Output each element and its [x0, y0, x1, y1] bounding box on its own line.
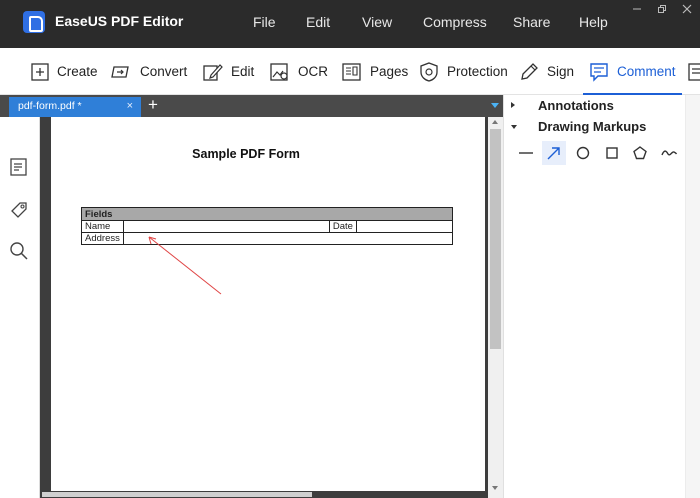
panel-scrollbar[interactable] — [685, 95, 700, 498]
scroll-up-icon[interactable] — [492, 120, 498, 124]
table-row: Fields — [81, 207, 453, 221]
cloud-tool[interactable] — [657, 141, 681, 165]
menu-edit[interactable]: Edit — [306, 14, 330, 30]
annotations-section[interactable]: Annotations — [511, 98, 614, 113]
tab-label: pdf-form.pdf * — [18, 100, 82, 112]
drawing-markups-label: Drawing Markups — [538, 119, 647, 134]
date-label: Date — [328, 220, 357, 233]
form-icon — [688, 62, 700, 81]
collapse-caret-icon — [511, 102, 515, 108]
tab-pdf-form[interactable]: pdf-form.pdf * × — [9, 97, 141, 117]
ocr-label: OCR — [298, 64, 328, 79]
main-toolbar: Create Convert Edit OCR Pages Protection… — [0, 48, 700, 95]
left-sidebar — [0, 117, 40, 498]
line-tool[interactable] — [514, 141, 538, 165]
comment-button[interactable]: Comment — [583, 48, 682, 95]
convert-icon — [111, 65, 129, 78]
document-tab-bar: pdf-form.pdf * × + — [0, 95, 503, 117]
horizontal-scrollbar[interactable] — [40, 491, 488, 498]
annotations-label: Annotations — [538, 98, 614, 113]
fields-header: Fields — [81, 207, 453, 221]
document-viewer: Sample PDF Form Fields Name Date Address — [40, 117, 503, 498]
name-label: Name — [81, 220, 124, 233]
table-row: Name Date — [81, 220, 454, 233]
address-label: Address — [81, 232, 124, 245]
table-row: Address — [81, 232, 454, 245]
date-field[interactable] — [355, 220, 454, 233]
create-button[interactable]: Create — [31, 48, 98, 95]
menu-compress[interactable]: Compress — [423, 14, 487, 30]
comment-icon — [590, 62, 608, 82]
minimize-icon[interactable] — [632, 4, 642, 17]
bookmark-tag-icon[interactable] — [9, 200, 29, 223]
convert-button[interactable]: Convert — [110, 48, 187, 95]
shield-icon — [420, 61, 438, 82]
vertical-scrollbar[interactable] — [488, 117, 503, 498]
menu-view[interactable]: View — [362, 14, 392, 30]
pen-icon — [521, 62, 538, 80]
arrow-annotation[interactable] — [141, 229, 231, 299]
menu-share[interactable]: Share — [513, 14, 550, 30]
tab-close-icon[interactable]: × — [127, 100, 133, 112]
tab-dropdown-icon[interactable] — [491, 103, 499, 108]
vertical-scroll-thumb[interactable] — [490, 129, 501, 349]
comment-label: Comment — [617, 64, 676, 79]
app-logo-icon — [23, 11, 45, 33]
edit-label: Edit — [231, 64, 255, 79]
pages-button[interactable]: Pages — [342, 48, 408, 95]
comment-panel: Annotations Drawing Markups — [503, 95, 700, 498]
close-window-icon[interactable] — [682, 4, 692, 17]
convert-label: Convert — [140, 64, 188, 79]
restore-icon[interactable] — [657, 4, 667, 17]
scroll-down-icon[interactable] — [492, 486, 498, 490]
menu-file[interactable]: File — [253, 14, 276, 30]
expand-caret-icon — [511, 125, 517, 129]
form-title: Sample PDF Form — [192, 147, 300, 161]
app-title: EaseUS PDF Editor — [55, 13, 184, 29]
edit-icon — [203, 63, 223, 81]
create-label: Create — [57, 64, 98, 79]
plus-box-icon — [31, 62, 49, 81]
more-tools-button[interactable] — [688, 48, 700, 95]
horizontal-scroll-thumb[interactable] — [42, 492, 312, 497]
title-bar: EaseUS PDF Editor File Edit View Compres… — [0, 0, 700, 48]
sign-label: Sign — [547, 64, 575, 79]
arrow-tool[interactable] — [542, 141, 566, 165]
polygon-tool[interactable] — [628, 141, 652, 165]
form-table: Fields Name Date Address — [81, 207, 454, 245]
protection-label: Protection — [447, 64, 508, 79]
menu-help[interactable]: Help — [579, 14, 608, 30]
ocr-button[interactable]: OCR — [270, 48, 328, 95]
rectangle-tool[interactable] — [600, 141, 624, 165]
pages-icon — [342, 62, 361, 81]
ocr-icon — [270, 62, 288, 81]
search-icon[interactable] — [9, 241, 29, 264]
add-tab-button[interactable]: + — [148, 95, 158, 115]
edit-button[interactable]: Edit — [203, 48, 254, 95]
circle-tool[interactable] — [571, 141, 595, 165]
pages-label: Pages — [370, 64, 409, 79]
drawing-markups-section[interactable]: Drawing Markups — [511, 119, 647, 134]
sign-button[interactable]: Sign — [519, 48, 574, 95]
thumbnails-icon[interactable] — [9, 157, 29, 180]
protection-button[interactable]: Protection — [419, 48, 508, 95]
pdf-page[interactable]: Sample PDF Form Fields Name Date Address — [51, 117, 485, 491]
